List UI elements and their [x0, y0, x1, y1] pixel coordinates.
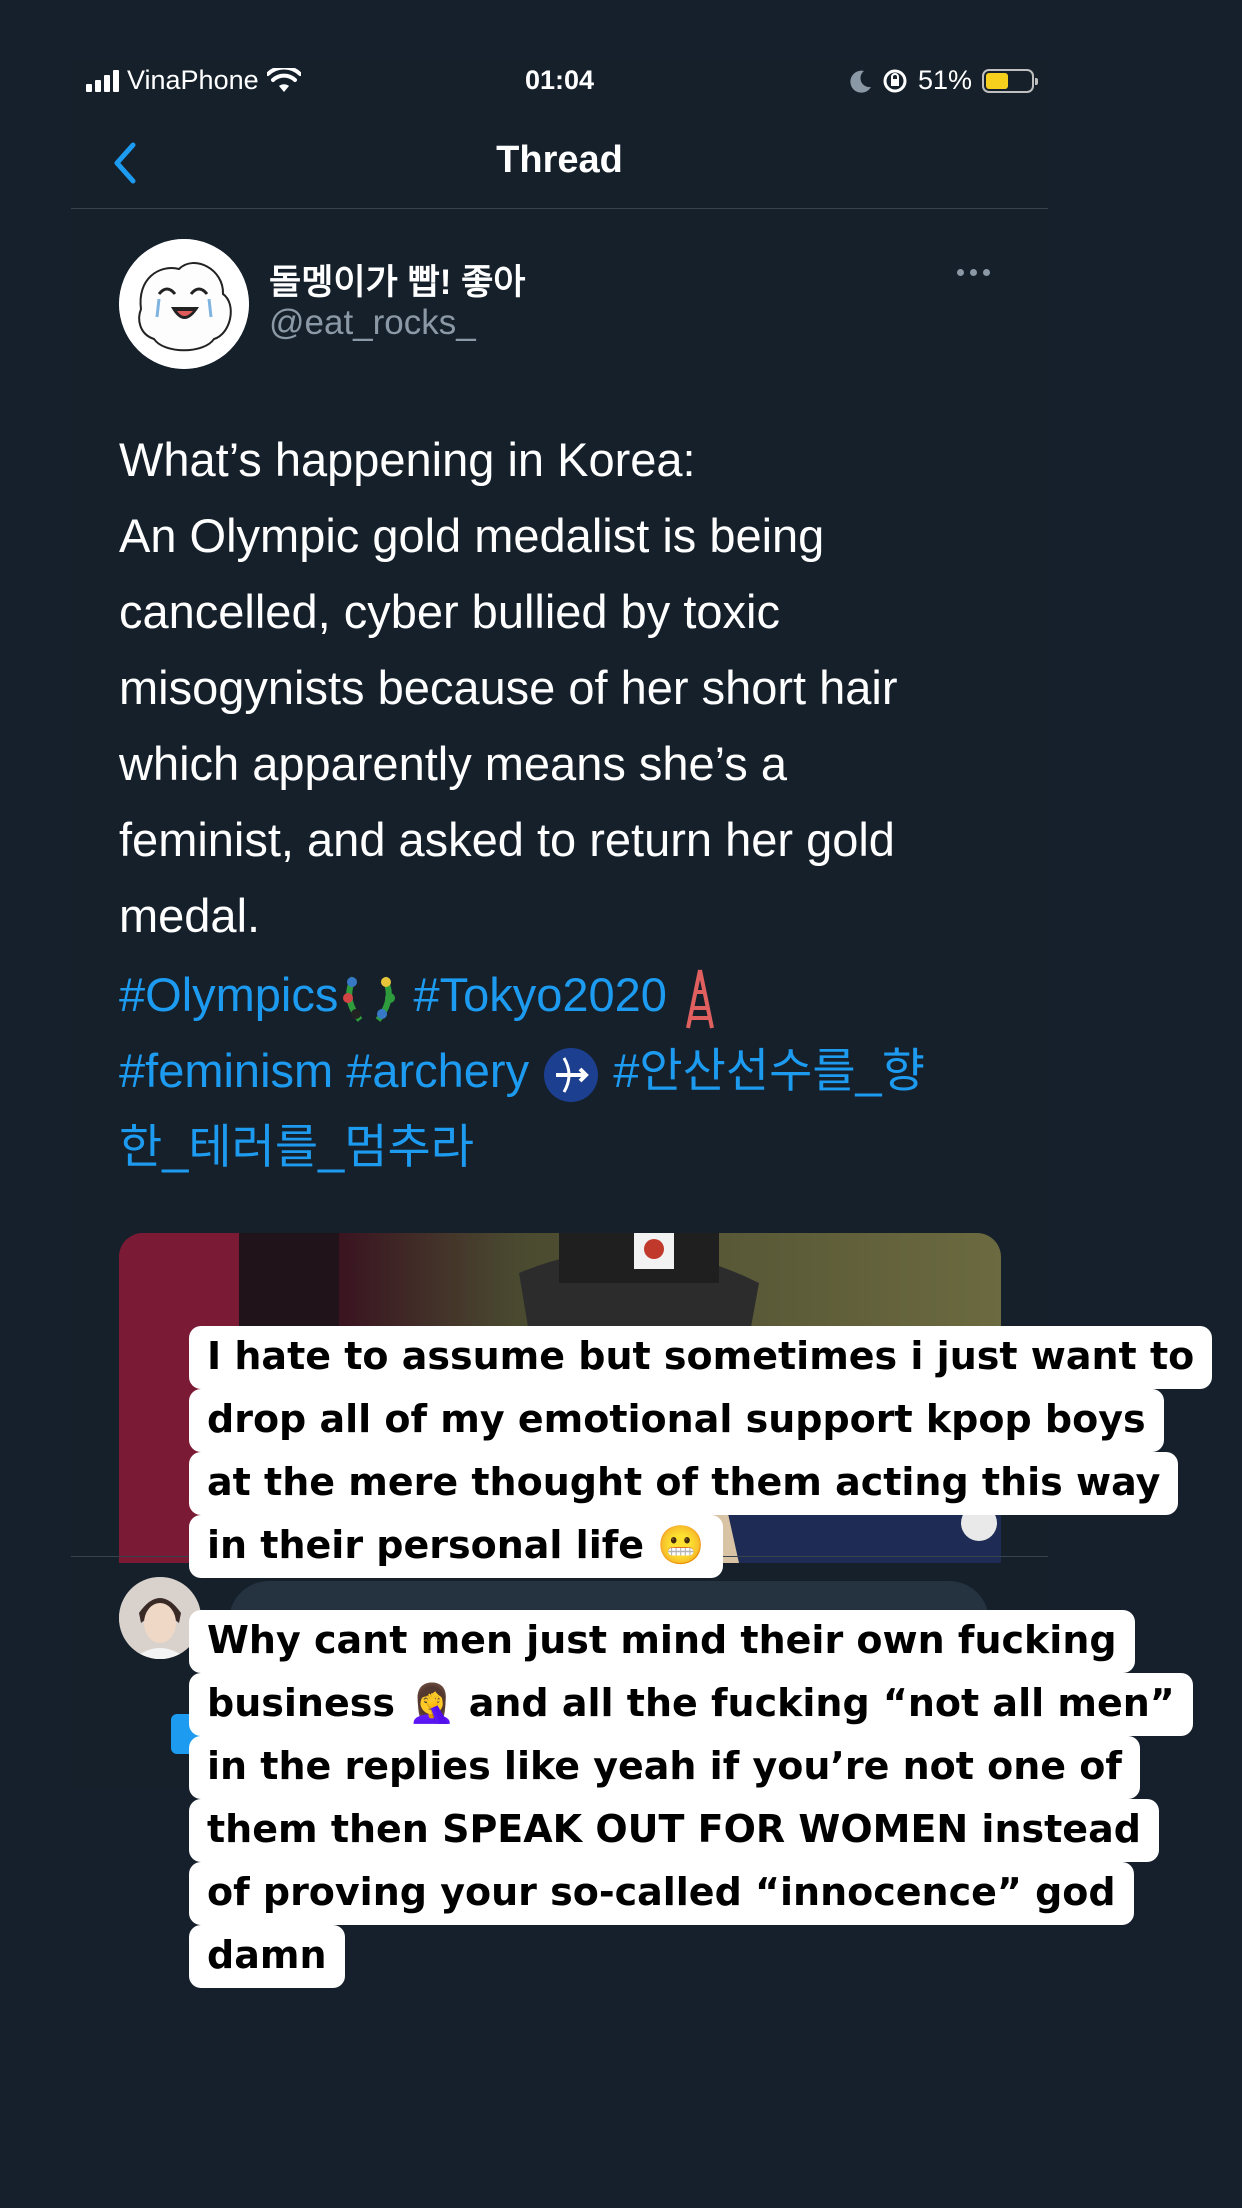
author-avatar[interactable]	[119, 239, 249, 369]
caption-line: business 🤦‍♀️ and all the fucking “not a…	[189, 1673, 1193, 1736]
status-right: 51%	[850, 65, 1038, 96]
hashtag-feminism-archery[interactable]: #feminism #archery	[119, 1044, 529, 1097]
tweet-line: An Olympic gold medalist is being	[119, 509, 825, 562]
caption-line: damn	[189, 1925, 345, 1988]
rock-character-icon	[119, 239, 249, 369]
caption-line: Why cant men just mind their own fucking	[189, 1610, 1135, 1673]
olympic-laurel-icon	[343, 976, 396, 1022]
archery-icon	[544, 1047, 599, 1102]
hashtag-olympics[interactable]: #Olympics	[119, 968, 338, 1021]
status-bar: VinaPhone 01:04 51%	[71, 59, 1048, 109]
thread-header: Thread	[71, 125, 1048, 209]
moon-icon	[850, 70, 871, 93]
more-options-icon[interactable]	[957, 269, 990, 276]
caption-line: them then SPEAK OUT FOR WOMEN instead	[189, 1799, 1159, 1862]
caption-overlay-2: Why cant men just mind their own fucking…	[189, 1610, 1193, 1988]
tweet-line: which apparently means she’s a	[119, 737, 787, 790]
hashtags: #Olympics #Tokyo2020 #feminism #archery …	[119, 957, 1019, 1185]
caption-overlay-1: I hate to assume but sometimes i just wa…	[189, 1326, 1213, 1578]
caption-line: in their personal life 😬	[189, 1515, 723, 1578]
tweet-line: medal.	[119, 889, 261, 942]
tweet-body: What’s happening in Korea: An Olympic go…	[119, 422, 1019, 954]
caption-line: of proving your so-called “innocence” go…	[189, 1862, 1134, 1925]
tokyo-tower-icon	[686, 969, 714, 1028]
hashtag-korean-2[interactable]: 한_테러를_멈추라	[119, 1120, 474, 1173]
caption-line: in the replies like yeah if you’re not o…	[189, 1736, 1140, 1799]
hashtag-tokyo2020[interactable]: #Tokyo2020	[413, 968, 666, 1021]
author-display-name[interactable]: 돌멩이가 빱! 좋아	[269, 254, 526, 305]
battery-icon	[982, 68, 1038, 93]
tweet-line: misogynists because of her short hair	[119, 661, 898, 714]
caption-line: at the mere thought of them acting this …	[189, 1452, 1179, 1515]
battery-percent: 51%	[917, 65, 972, 95]
tweet-line: What’s happening in Korea:	[119, 433, 696, 486]
caption-line: drop all of my emotional support kpop bo…	[189, 1389, 1164, 1452]
page-title: Thread	[496, 139, 623, 181]
tweet-line: cancelled, cyber bullied by toxic	[119, 585, 780, 638]
orientation-lock-icon	[883, 69, 907, 92]
tweet-line: feminist, and asked to return her gold	[119, 813, 895, 866]
caption-line: I hate to assume but sometimes i just wa…	[189, 1326, 1213, 1389]
author-handle[interactable]: @eat_rocks_	[269, 303, 476, 343]
hashtag-korean-1[interactable]: #안산선수를_향	[613, 1044, 925, 1097]
